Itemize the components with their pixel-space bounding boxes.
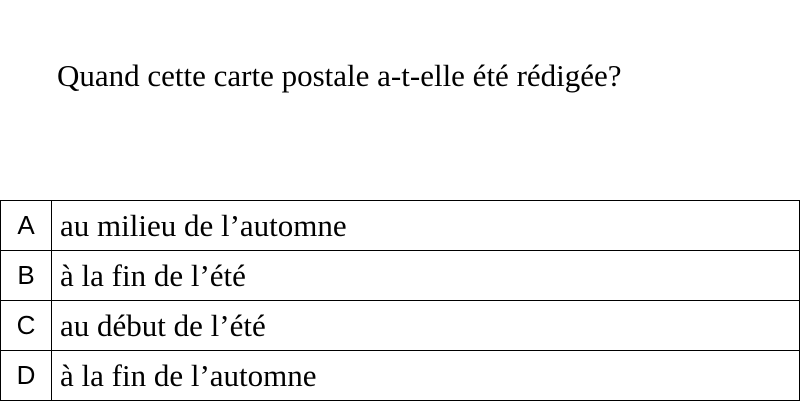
answer-option-b[interactable]: B à la fin de l’été [0, 250, 800, 301]
option-letter: A [0, 200, 52, 251]
option-text: au début de l’été [51, 300, 800, 351]
question-text: Quand cette carte postale a-t-elle été r… [57, 58, 622, 93]
option-letter: C [0, 300, 52, 351]
option-text: au milieu de l’automne [51, 200, 800, 251]
option-text: à la fin de l’été [51, 250, 800, 301]
option-letter: D [0, 350, 52, 401]
answer-option-c[interactable]: C au début de l’été [0, 300, 800, 351]
answer-option-d[interactable]: D à la fin de l’automne [0, 350, 800, 401]
option-text: à la fin de l’automne [51, 350, 800, 401]
answer-choices-table: A au milieu de l’automne B à la fin de l… [0, 200, 800, 401]
option-letter: B [0, 250, 52, 301]
answer-option-a[interactable]: A au milieu de l’automne [0, 200, 800, 251]
